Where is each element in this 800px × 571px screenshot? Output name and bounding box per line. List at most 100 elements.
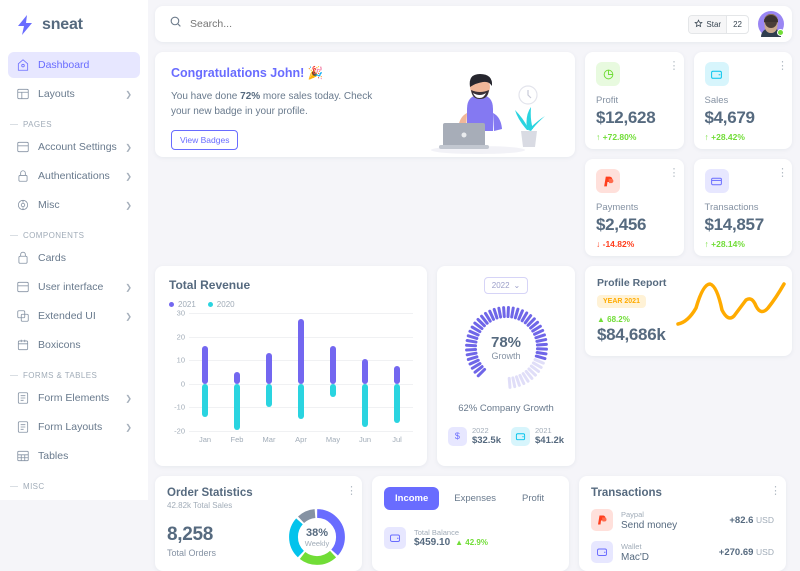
sidebar-item-boxicons[interactable]: Boxicons [8,332,140,358]
chevron-right-icon: ❯ [125,143,132,152]
stat-menu-button[interactable]: ⋮ [669,169,673,178]
sidebar-item-support[interactable]: Support [8,496,140,500]
status-online-dot [777,29,784,36]
bar [234,384,240,430]
brand[interactable]: sneat [0,0,148,50]
transaction-row[interactable]: Paypal Send money +82.6 USD [591,509,774,531]
x-tick-label: Jul [381,435,413,444]
wallet-icon [591,541,613,563]
mini-texts: 2022 $32.5k [472,426,501,446]
y-tick-label: -10 [174,403,185,412]
sidebar-section-pages: Pages [8,110,140,134]
stat-menu-button[interactable]: ⋮ [669,62,673,71]
stat-menu-button[interactable]: ⋮ [777,62,781,71]
gauge-label: Growth [491,351,520,361]
transaction-source: Paypal [621,510,721,519]
tab-income[interactable]: Income [384,487,439,510]
star-count: 22 [726,16,748,33]
y-tick-label: 0 [181,379,185,388]
bar [202,346,208,384]
transactions-header: Transactions ⋮ [591,487,774,499]
stat-header: ⋮ [596,169,673,193]
transaction-name: Mac'D [621,552,711,563]
stat-card-sales: ⋮ Sales $4,679 ↑ +28.42% [694,52,793,149]
star-button[interactable]: Star 22 [688,15,749,34]
bar-column [317,313,349,431]
chevron-right-icon: ❯ [125,283,132,292]
order-statistics-card: Order Statistics 42.82k Total Sales ⋮ 8,… [155,476,362,571]
year-select[interactable]: 2022 ⌄ [484,277,529,294]
sidebar-item-user-interface[interactable]: User interface ❯ [8,274,140,300]
user-avatar[interactable] [758,11,784,37]
paypal-icon [591,509,613,531]
growth-mini-stats: $ 2022 $32.5k 2021 $41.2k [448,426,564,446]
growth-mini-2022: $ 2022 $32.5k [448,426,501,446]
transaction-name: Send money [621,520,721,531]
sidebar-item-misc[interactable]: Misc ❯ [8,192,140,218]
balance-label: Total Balance [414,528,488,537]
chevron-right-icon: ❯ [125,90,132,99]
congratulations-card: Congratulations John! 🎉 You have done 72… [155,52,575,157]
chevron-right-icon: ❯ [125,172,132,181]
transaction-amount: +82.6 USD [729,515,774,526]
x-tick-label: Apr [285,435,317,444]
right-column-row2: Profile Report YEAR 2021 ▲ 68.2% $84,686… [585,266,792,466]
legend-item-2020[interactable]: 2020 [208,300,235,309]
bar [202,384,208,417]
stat-card-transactions: ⋮ Transactions $14,857 ↑ +28.14% [694,159,793,256]
section-dash [10,124,18,125]
transaction-currency: USD [756,547,774,557]
sidebar-item-dashboard[interactable]: Dashboard [8,52,140,78]
table-icon [16,449,30,463]
year-badge: YEAR 2021 [597,295,646,308]
sidebar-item-tables[interactable]: Tables [8,443,140,469]
layout-icon [16,87,30,101]
legend-dot [208,302,213,307]
gauge-percent: 78% [491,334,521,351]
search-icon [169,15,182,33]
tab-profit[interactable]: Profit [511,487,555,510]
sidebar-item-cards[interactable]: Cards [8,245,140,271]
view-badges-button[interactable]: View Badges [171,130,238,150]
growth-mini-2021: 2021 $41.2k [511,426,564,446]
search-box[interactable] [169,15,688,33]
section-label: Misc [23,482,45,491]
sidebar-item-label: Account Settings [38,141,117,153]
transaction-row[interactable]: Wallet Mac'D +270.69 USD [591,541,774,563]
tab-expenses[interactable]: Expenses [443,487,507,510]
wallet-icon [705,62,729,86]
bar-column [285,313,317,431]
y-tick-label: 30 [177,309,185,318]
search-input[interactable] [190,18,390,30]
sidebar-item-extended-ui[interactable]: Extended UI ❯ [8,303,140,329]
dashboard-row-3: Order Statistics 42.82k Total Sales ⋮ 8,… [155,476,800,571]
congrats-body-pre: You have done [171,91,240,102]
x-tick-label: Mar [253,435,285,444]
stat-delta-text: +72.80% [603,132,637,142]
bar [266,384,272,408]
sidebar-item-form-elements[interactable]: Form Elements ❯ [8,385,140,411]
donut-percent: 38% [306,527,328,539]
sidebar-item-authentications[interactable]: Authentications ❯ [8,163,140,189]
legend-label: 2020 [217,300,235,309]
sidebar-item-form-layouts[interactable]: Form Layouts ❯ [8,414,140,440]
brand-name: sneat [42,16,83,34]
sidebar-item-layouts[interactable]: Layouts ❯ [8,81,140,107]
transactions-menu-button[interactable]: ⋮ [770,487,774,496]
order-menu-button[interactable]: ⋮ [346,487,350,496]
stat-menu-button[interactable]: ⋮ [777,169,781,178]
sidebar-item-account-settings[interactable]: Account Settings ❯ [8,134,140,160]
stat-delta-text: +28.14% [711,239,745,249]
chevron-right-icon: ❯ [125,201,132,210]
star-label-group[interactable]: Star [689,16,726,33]
mini-year: 2021 [535,426,564,435]
y-tick-label: 10 [177,356,185,365]
sidebar-item-label: Extended UI [38,310,117,322]
bar-column [253,313,285,431]
sidebar-item-label: Layouts [38,88,117,100]
sidebar-section-components: Components [8,221,140,245]
chart-pie-icon [596,62,620,86]
balance-delta-text: 42.9% [465,538,488,547]
bar [362,384,368,428]
star-text: Star [706,20,721,29]
